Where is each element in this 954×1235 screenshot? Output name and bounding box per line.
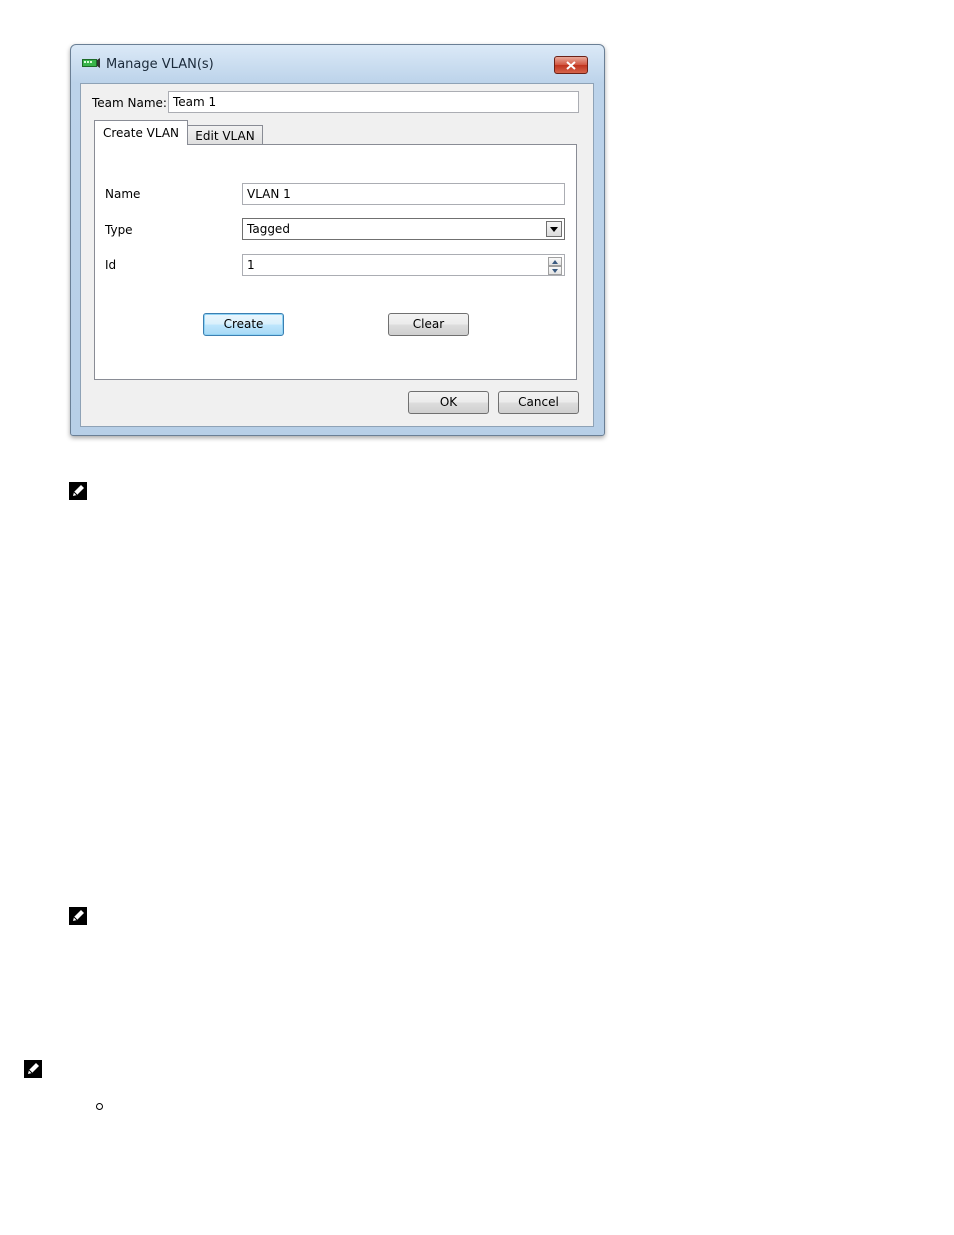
arrow-down-icon [552,268,558,273]
network-adapter-icon [82,58,100,68]
clear-button[interactable]: Clear [388,313,469,336]
team-name-field[interactable]: Team 1 [168,91,579,113]
arrow-up-icon [552,259,558,264]
vlan-name-label: Name [105,187,141,201]
team-name-label: Team Name: [92,96,167,110]
title-bar[interactable]: Manage VLAN(s) [71,45,604,85]
ok-button[interactable]: OK [408,391,489,414]
close-icon [566,60,576,70]
hollow-bullet-icon [96,1103,103,1110]
create-vlan-panel: Name VLAN 1 Type Tagged Id 1 Create Clea… [94,144,577,380]
vlan-type-label: Type [105,223,133,237]
pencil-note-icon [69,482,87,500]
pencil-note-icon [69,907,87,925]
close-button[interactable] [554,56,588,74]
manage-vlan-dialog: Manage VLAN(s) Team Name: Team 1 Create … [70,44,605,436]
vlan-name-field[interactable]: VLAN 1 [242,183,565,205]
dialog-title: Manage VLAN(s) [106,57,214,72]
spin-down-button[interactable] [548,266,562,275]
tab-create-vlan[interactable]: Create VLAN [94,120,188,145]
vlan-id-stepper[interactable]: 1 [242,254,565,276]
dialog-client-area: Team Name: Team 1 Create VLAN Edit VLAN … [80,83,594,427]
vlan-type-value: Tagged [247,222,290,236]
create-button[interactable]: Create [203,313,284,336]
vlan-id-label: Id [105,258,117,272]
vlan-id-value: 1 [247,258,255,272]
spin-buttons[interactable] [548,257,562,275]
chevron-down-icon [550,226,558,232]
pencil-note-icon [24,1060,42,1078]
tab-edit-vlan[interactable]: Edit VLAN [188,125,263,145]
dropdown-arrow-button[interactable] [546,221,562,237]
vlan-type-select[interactable]: Tagged [242,218,565,240]
spin-up-button[interactable] [548,257,562,266]
cancel-button[interactable]: Cancel [498,391,579,414]
